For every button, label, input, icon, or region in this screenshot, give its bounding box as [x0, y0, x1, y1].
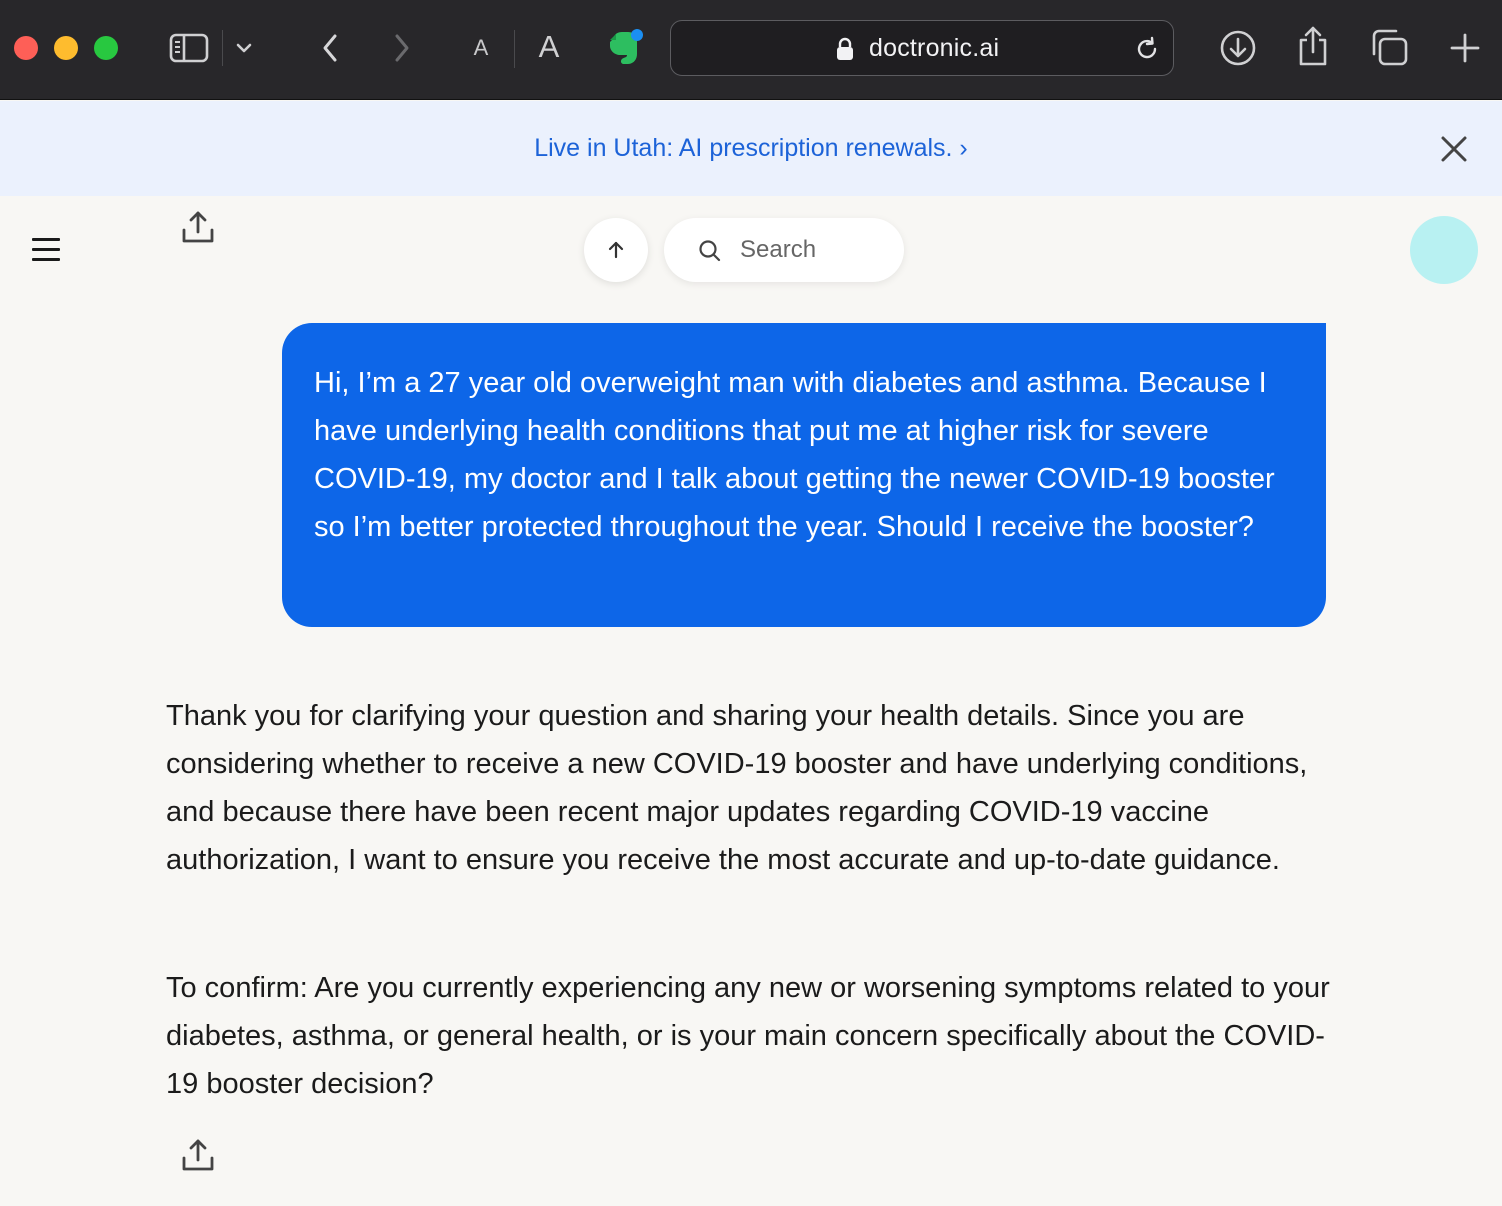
assistant-paragraph: Thank you for clarifying your question a… — [166, 700, 1308, 876]
share-icon[interactable] — [1294, 24, 1332, 68]
sidebar-icon[interactable] — [168, 30, 210, 66]
arrow-up-icon — [608, 241, 624, 259]
avatar[interactable] — [1410, 216, 1478, 284]
back-icon[interactable] — [316, 30, 344, 66]
close-icon[interactable] — [1436, 131, 1472, 167]
toolbar-divider — [222, 30, 223, 66]
search-input[interactable]: Search — [664, 218, 904, 282]
lock-icon — [835, 37, 855, 66]
zoom-window-button[interactable] — [94, 36, 118, 60]
address-bar[interactable]: doctronic.ai — [670, 20, 1174, 76]
browser-toolbar: A A doctronic.ai — [0, 0, 1502, 100]
reload-icon[interactable] — [1133, 35, 1161, 68]
user-message-text: Hi, I’m a 27 year old overweight man wit… — [314, 367, 1275, 543]
share-icon[interactable] — [178, 208, 218, 248]
share-icon[interactable] — [178, 1136, 218, 1176]
increase-font-button[interactable]: A — [532, 26, 566, 68]
minimize-window-button[interactable] — [54, 36, 78, 60]
scroll-up-button[interactable] — [584, 218, 648, 282]
search-icon — [698, 239, 722, 268]
banner-link[interactable]: Live in Utah: AI prescription renewals. … — [0, 134, 1502, 163]
toolbar-divider — [514, 30, 515, 68]
close-window-button[interactable] — [14, 36, 38, 60]
user-message-bubble: Hi, I’m a 27 year old overweight man wit… — [282, 323, 1326, 627]
hamburger-menu-icon[interactable] — [30, 234, 62, 264]
chevron-down-icon[interactable] — [232, 36, 256, 60]
tabs-icon[interactable] — [1368, 28, 1410, 68]
announcement-banner: Live in Utah: AI prescription renewals. … — [0, 101, 1502, 196]
evernote-icon[interactable] — [604, 26, 644, 70]
download-icon[interactable] — [1218, 28, 1258, 68]
assistant-paragraph: To confirm: Are you currently experienci… — [166, 972, 1330, 1100]
url-text: doctronic.ai — [869, 34, 1000, 62]
search-placeholder: Search — [740, 236, 817, 263]
new-tab-icon[interactable] — [1446, 30, 1484, 66]
forward-icon[interactable] — [388, 30, 416, 66]
decrease-font-button[interactable]: A — [468, 30, 494, 66]
